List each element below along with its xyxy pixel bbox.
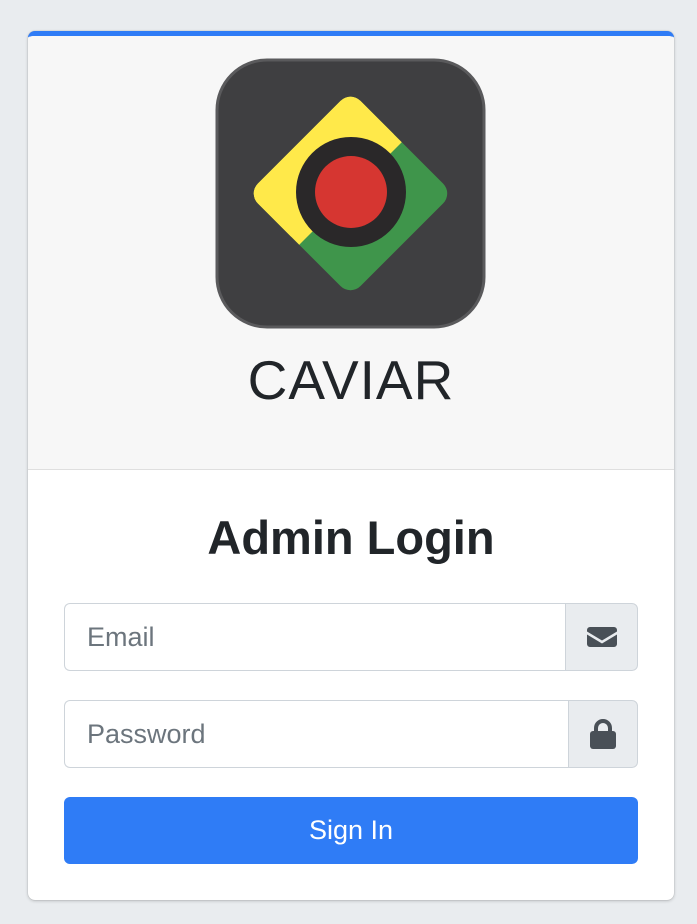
email-input-group: [64, 603, 638, 671]
password-addon: [568, 700, 638, 768]
card-body: Admin Login Sign In: [28, 470, 674, 900]
login-card: CAVIAR Admin Login Sign In: [28, 31, 674, 900]
password-input-group: [64, 700, 638, 768]
email-input[interactable]: [64, 603, 565, 671]
page-title: Admin Login: [207, 511, 495, 564]
password-input[interactable]: [64, 700, 568, 768]
envelope-icon: [586, 627, 617, 647]
lock-icon: [590, 719, 616, 749]
brand-name: CAVIAR: [247, 349, 455, 411]
caviar-logo-icon: [215, 58, 486, 329]
sign-in-button[interactable]: Sign In: [64, 797, 638, 864]
card-header: CAVIAR: [28, 36, 674, 470]
email-addon: [565, 603, 638, 671]
